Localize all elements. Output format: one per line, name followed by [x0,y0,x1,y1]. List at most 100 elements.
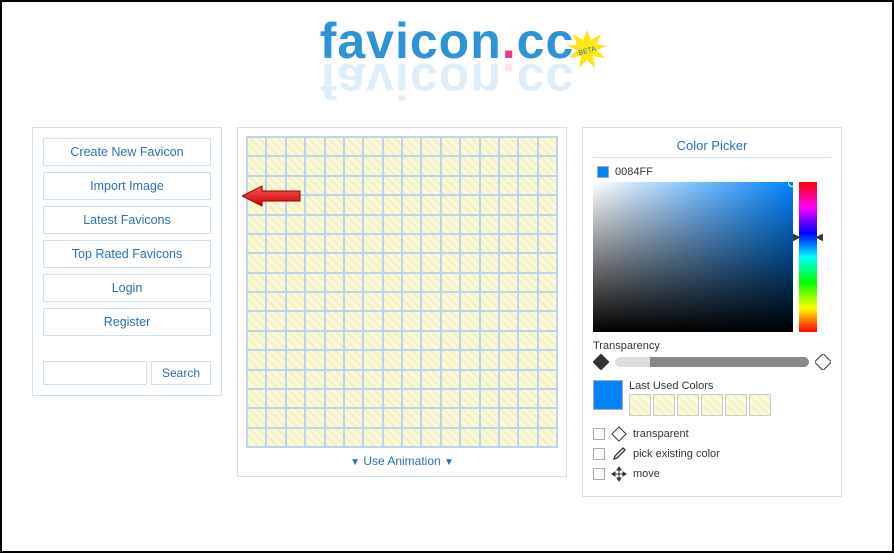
pixel-cell[interactable] [518,195,537,214]
pixel-cell[interactable] [402,370,421,389]
pixel-cell[interactable] [538,331,557,350]
pixel-cell[interactable] [325,137,344,156]
pixel-cell[interactable] [344,176,363,195]
pixel-cell[interactable] [247,350,266,369]
pixel-cell[interactable] [538,408,557,427]
pixel-cell[interactable] [383,273,402,292]
pixel-cell[interactable] [247,311,266,330]
pixel-cell[interactable] [266,234,285,253]
pixel-cell[interactable] [499,176,518,195]
pixel-cell[interactable] [402,156,421,175]
pixel-cell[interactable] [402,215,421,234]
pixel-cell[interactable] [266,370,285,389]
pixel-cell[interactable] [325,370,344,389]
pixel-cell[interactable] [305,350,324,369]
pixel-cell[interactable] [325,253,344,272]
pixel-cell[interactable] [325,215,344,234]
pixel-cell[interactable] [344,156,363,175]
pixel-cell[interactable] [344,215,363,234]
pixel-cell[interactable] [344,370,363,389]
pixel-cell[interactable] [325,273,344,292]
pixel-cell[interactable] [266,389,285,408]
pixel-cell[interactable] [325,292,344,311]
pixel-cell[interactable] [441,389,460,408]
pixel-cell[interactable] [441,253,460,272]
pixel-cell[interactable] [325,234,344,253]
pixel-cell[interactable] [441,408,460,427]
pixel-cell[interactable] [247,273,266,292]
pixel-cell[interactable] [383,370,402,389]
pixel-cell[interactable] [421,408,440,427]
pixel-cell[interactable] [518,176,537,195]
pixel-cell[interactable] [499,253,518,272]
pixel-cell[interactable] [383,292,402,311]
pixel-cell[interactable] [480,408,499,427]
pixel-cell[interactable] [383,331,402,350]
pixel-cell[interactable] [518,156,537,175]
pixel-cell[interactable] [441,176,460,195]
pixel-cell[interactable] [441,331,460,350]
pixel-cell[interactable] [363,176,382,195]
pixel-cell[interactable] [441,311,460,330]
pixel-cell[interactable] [266,273,285,292]
pixel-cell[interactable] [460,311,479,330]
pixel-cell[interactable] [305,215,324,234]
pixel-cell[interactable] [286,137,305,156]
pixel-cell[interactable] [518,234,537,253]
pixel-cell[interactable] [421,350,440,369]
pixel-cell[interactable] [286,273,305,292]
last-used-swatch[interactable] [653,394,675,416]
pixel-cell[interactable] [480,156,499,175]
pixel-cell[interactable] [518,428,537,447]
pixel-cell[interactable] [538,273,557,292]
pixel-cell[interactable] [363,350,382,369]
pixel-cell[interactable] [305,370,324,389]
pixel-cell[interactable] [266,137,285,156]
pixel-cell[interactable] [402,273,421,292]
pixel-cell[interactable] [266,292,285,311]
pixel-cell[interactable] [518,408,537,427]
pixel-cell[interactable] [402,350,421,369]
pixel-cell[interactable] [441,137,460,156]
pixel-cell[interactable] [266,311,285,330]
pixel-cell[interactable] [305,137,324,156]
pixel-cell[interactable] [441,234,460,253]
pixel-cell[interactable] [363,156,382,175]
pixel-cell[interactable] [480,273,499,292]
pixel-cell[interactable] [518,331,537,350]
pixel-cell[interactable] [499,234,518,253]
pixel-cell[interactable] [363,370,382,389]
pixel-cell[interactable] [383,350,402,369]
transparency-slider[interactable] [615,357,809,367]
pixel-cell[interactable] [499,311,518,330]
pixel-cell[interactable] [402,389,421,408]
pixel-cell[interactable] [247,215,266,234]
pixel-cell[interactable] [363,137,382,156]
pixel-cell[interactable] [499,137,518,156]
pixel-cell[interactable] [480,195,499,214]
pixel-cell[interactable] [325,156,344,175]
pixel-cell[interactable] [305,234,324,253]
pixel-cell[interactable] [480,370,499,389]
pixel-cell[interactable] [499,292,518,311]
pixel-cell[interactable] [499,156,518,175]
pixel-cell[interactable] [363,234,382,253]
pixel-cell[interactable] [460,292,479,311]
pixel-cell[interactable] [480,215,499,234]
search-input[interactable] [43,361,147,385]
pixel-cell[interactable] [421,311,440,330]
pixel-cell[interactable] [538,292,557,311]
pixel-cell[interactable] [286,311,305,330]
pixel-cell[interactable] [421,428,440,447]
pixel-cell[interactable] [344,292,363,311]
top-rated-favicons-button[interactable]: Top Rated Favicons [43,240,211,268]
pixel-cell[interactable] [325,408,344,427]
pixel-cell[interactable] [402,234,421,253]
pixel-cell[interactable] [538,176,557,195]
pixel-cell[interactable] [499,428,518,447]
pixel-cell[interactable] [383,156,402,175]
pixel-cell[interactable] [383,253,402,272]
pixel-cell[interactable] [266,331,285,350]
pixel-cell[interactable] [305,331,324,350]
pixel-cell[interactable] [286,428,305,447]
